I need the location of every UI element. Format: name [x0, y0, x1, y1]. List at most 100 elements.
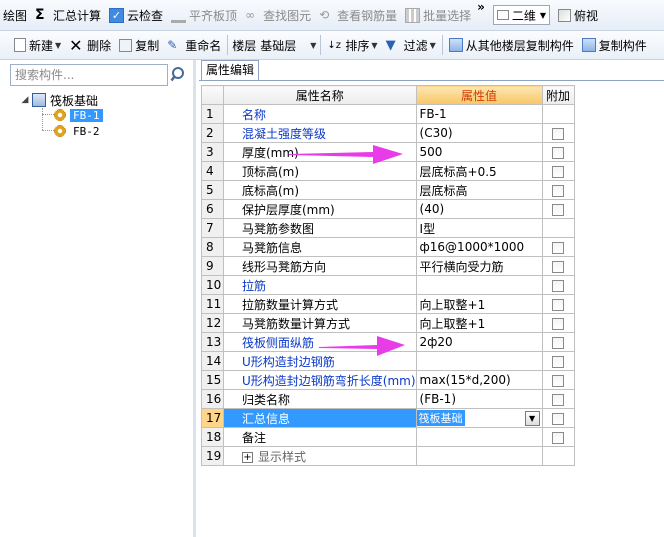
property-row[interactable]: 5 底标高(m) 层底标高 — [201, 180, 575, 200]
extra-checkbox[interactable] — [552, 184, 565, 197]
extra-checkbox[interactable] — [552, 431, 565, 444]
property-value[interactable]: 向上取整+1 — [415, 294, 543, 314]
property-value[interactable]: Ⅰ型 — [415, 218, 543, 238]
find-element-button[interactable]: ∞ 查找图元 — [241, 3, 315, 27]
extra-checkbox[interactable] — [552, 127, 565, 140]
extra-checkbox[interactable] — [552, 241, 565, 254]
extra-checkbox[interactable] — [552, 374, 565, 387]
property-value[interactable]: 500 — [415, 142, 543, 162]
property-row[interactable]: 11 拉筋数量计算方式 向上取整+1 — [201, 294, 575, 314]
property-value[interactable]: (C30) — [415, 123, 543, 143]
property-row[interactable]: 15 U形构造封边钢筋弯折长度(mm) max(15*d,200) — [201, 370, 575, 390]
cube-icon — [558, 8, 572, 22]
extra-checkbox[interactable] — [552, 165, 565, 178]
view-rebar-button[interactable]: ⟲ 查看钢筋量 — [315, 3, 401, 27]
property-row[interactable]: 1 名称 FB-1 — [201, 104, 575, 124]
extra-checkbox[interactable] — [552, 298, 565, 311]
toolbar-separator — [320, 35, 322, 55]
sigma-icon: Σ — [35, 6, 45, 23]
value-column-header[interactable]: 属性值 — [415, 85, 543, 105]
search-icon — [170, 67, 184, 82]
view-mode-select[interactable]: 二维 ▼ — [492, 5, 551, 25]
property-row[interactable]: 7 马凳筋参数图 Ⅰ型 — [201, 218, 575, 238]
view-angle-label: 俯视 — [574, 8, 599, 23]
property-value[interactable]: 层底标高 — [415, 180, 543, 200]
property-row[interactable]: 10 拉筋 — [201, 275, 575, 295]
extra-checkbox[interactable] — [552, 412, 565, 425]
property-value[interactable]: 筏板基础 ▼ — [415, 408, 543, 428]
property-value[interactable]: FB-1 — [415, 104, 543, 124]
property-row[interactable]: 12 马凳筋数量计算方式 向上取整+1 — [201, 313, 575, 333]
extra-cell — [541, 427, 575, 447]
draw-button[interactable]: 绘图 — [0, 3, 31, 27]
property-row[interactable]: 9 线形马凳筋方向 平行横向受力筋 — [201, 256, 575, 276]
summary-info-select[interactable]: 筏板基础 ▼ — [417, 410, 541, 427]
copy-from-floor-button[interactable]: 从其他楼层复制构件 — [445, 33, 578, 57]
tree-node-raft-foundation[interactable]: ◢ 筏板基础 — [20, 92, 98, 108]
property-row[interactable]: 17 汇总信息 筏板基础 ▼ — [201, 408, 575, 428]
extra-checkbox[interactable] — [552, 260, 565, 273]
tree-root-label: 筏板基础 — [50, 93, 99, 108]
extra-column-header[interactable]: 附加 — [541, 85, 575, 105]
property-name: 底标高(m) — [223, 180, 417, 200]
tree-node-fb1[interactable]: FB-1 — [54, 107, 103, 123]
copy-member-button[interactable]: 复制构件 — [578, 33, 651, 57]
extra-checkbox[interactable] — [552, 336, 565, 349]
copy-from-floor-label: 从其他楼层复制构件 — [465, 38, 574, 53]
extra-checkbox[interactable] — [552, 317, 565, 330]
batch-select-button[interactable]: 批量选择 — [401, 3, 475, 27]
row-number: 4 — [201, 161, 224, 181]
search-button[interactable] — [170, 66, 190, 86]
property-value[interactable]: 2ф20 — [415, 332, 543, 352]
property-value[interactable] — [415, 427, 543, 447]
property-value[interactable]: 向上取整+1 — [415, 313, 543, 333]
extra-checkbox[interactable] — [552, 203, 565, 216]
property-name: 马凳筋参数图 — [223, 218, 417, 238]
property-row[interactable]: 6 保护层厚度(mm) (40) — [201, 199, 575, 219]
name-column-header[interactable]: 属性名称 — [223, 85, 417, 105]
toolbar-overflow-button[interactable]: » — [475, 0, 487, 14]
view-angle-button[interactable]: 俯视 — [550, 3, 602, 27]
property-value[interactable] — [415, 446, 543, 466]
property-value[interactable]: 层底标高+0.5 — [415, 161, 543, 181]
raft-foundation-icon — [32, 93, 46, 107]
new-button[interactable]: 新建 ▼ — [0, 33, 65, 57]
copy-button[interactable]: 复制 — [115, 33, 163, 57]
extra-checkbox[interactable] — [552, 393, 565, 406]
property-name: 拉筋数量计算方式 — [223, 294, 417, 314]
chevron-down-icon[interactable]: ▼ — [524, 410, 540, 426]
extra-checkbox[interactable] — [552, 279, 565, 292]
cloud-check-button[interactable]: ✓ 云检查 — [105, 3, 167, 27]
rename-button[interactable]: ✎ 重命名 — [163, 33, 225, 57]
property-row[interactable]: 19 + 显示样式 — [201, 446, 575, 466]
property-name: 线形马凳筋方向 — [223, 256, 417, 276]
extra-checkbox[interactable] — [552, 146, 565, 159]
expand-plus-icon[interactable]: + — [242, 451, 253, 463]
sort-button[interactable]: ↓z 排序 ▼ — [323, 33, 381, 57]
property-row[interactable]: 16 归类名称 (FB-1) — [201, 389, 575, 409]
extra-checkbox[interactable] — [552, 355, 565, 368]
tree-node-fb2[interactable]: FB-2 — [54, 123, 103, 139]
component-tree-panel: ◢ 筏板基础 FB-1 FB-2 — [0, 60, 196, 537]
property-row[interactable]: 18 备注 — [201, 427, 575, 447]
property-value[interactable] — [415, 351, 543, 371]
search-input[interactable] — [10, 64, 168, 86]
filter-button[interactable]: ▼ 过滤 ▼ — [382, 33, 440, 57]
property-value[interactable]: 平行横向受力筋 — [415, 256, 543, 276]
property-value[interactable]: (FB-1) — [415, 389, 543, 409]
property-value[interactable] — [415, 275, 543, 295]
floor-select[interactable]: 基础层 ▼ — [258, 33, 318, 57]
property-value[interactable]: max(15*d,200) — [415, 370, 543, 390]
delete-button[interactable]: ✕ 删除 — [65, 33, 115, 57]
sum-calc-button[interactable]: Σ 汇总计算 — [31, 3, 105, 27]
extra-cell — [541, 351, 575, 371]
property-value[interactable]: (40) — [415, 199, 543, 219]
sort-az-icon: ↓z — [327, 39, 342, 51]
property-value[interactable]: ф16@1000*1000 — [415, 237, 543, 257]
flush-slab-button[interactable]: 平齐板顶 — [167, 3, 241, 27]
tab-property-edit[interactable]: 属性编辑 — [201, 60, 260, 81]
collapse-triangle-icon[interactable]: ◢ — [20, 95, 30, 105]
property-row[interactable]: 8 马凳筋信息 ф16@1000*1000 — [201, 237, 575, 257]
row-number: 2 — [201, 123, 224, 143]
property-row[interactable]: 2 混凝土强度等级 (C30) — [201, 123, 575, 143]
